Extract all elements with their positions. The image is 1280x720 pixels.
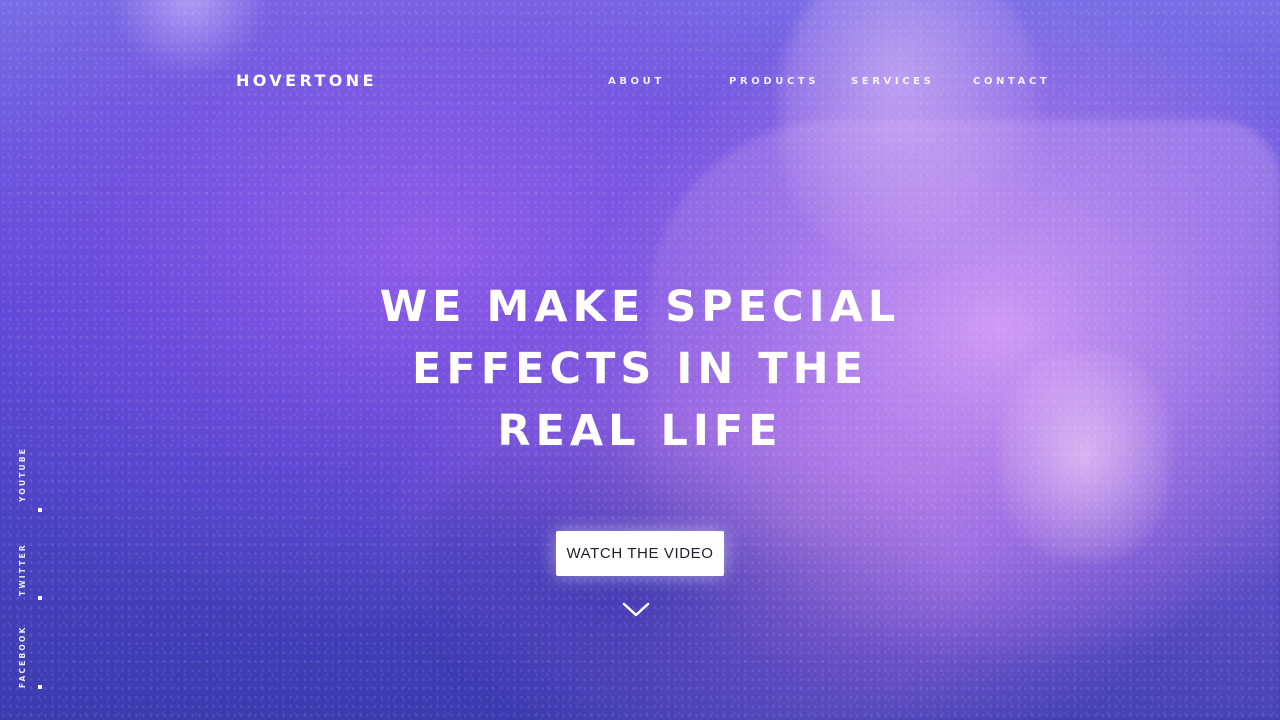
chevron-down-icon: [622, 602, 650, 617]
bullet-icon: [38, 508, 42, 512]
hero-title-line: EFFECTS IN THE: [412, 344, 868, 394]
site-header: HOVERTONE ABOUT PRODUCTS SERVICES CONTAC…: [0, 0, 1280, 160]
social-link-youtube[interactable]: YOUTUBE: [14, 430, 44, 512]
hero-title: WE MAKE SPECIAL EFFECTS IN THE REAL LIFE: [290, 276, 990, 462]
logo[interactable]: HOVERTONE: [236, 71, 377, 90]
nav-link-about[interactable]: ABOUT: [608, 76, 665, 87]
bullet-icon: [38, 685, 42, 689]
nav-link-services[interactable]: SERVICES: [851, 76, 934, 87]
hero-title-line: WE MAKE SPECIAL: [379, 282, 901, 332]
nav-link-contact[interactable]: CONTACT: [973, 76, 1050, 87]
hero-title-line: REAL LIFE: [497, 406, 783, 456]
bullet-icon: [38, 596, 42, 600]
watch-video-button[interactable]: WATCH THE VIDEO: [556, 531, 724, 576]
social-link-twitter[interactable]: TWITTER: [14, 522, 44, 602]
background-figure-hand: [1000, 350, 1170, 560]
social-link-label: YOUTUBE: [18, 446, 27, 502]
scroll-down-button[interactable]: [621, 600, 651, 620]
social-link-facebook[interactable]: FACEBOOK: [14, 606, 44, 692]
nav-link-products[interactable]: PRODUCTS: [729, 76, 819, 87]
social-link-label: TWITTER: [18, 543, 27, 596]
social-link-label: FACEBOOK: [18, 625, 27, 688]
social-links: YOUTUBE TWITTER FACEBOOK: [14, 430, 44, 692]
